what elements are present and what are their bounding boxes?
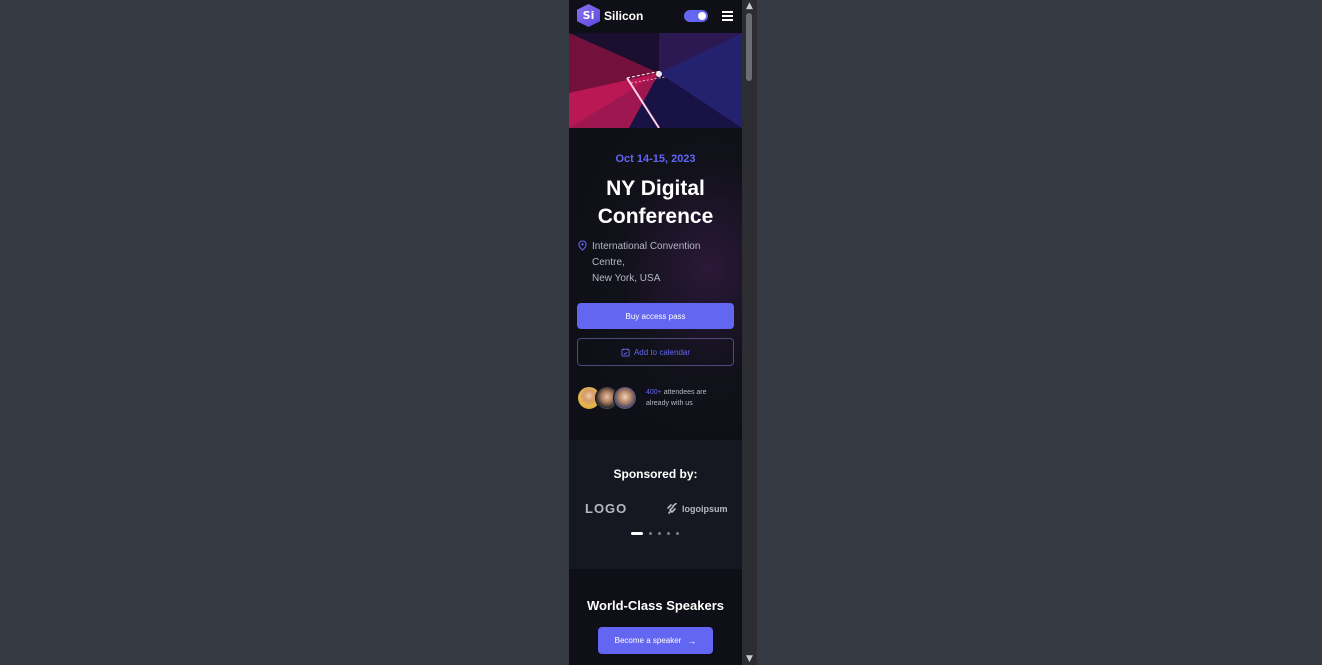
attendees-text: 400+ attendees are already with us bbox=[646, 387, 726, 409]
logo-icon: Si bbox=[577, 4, 600, 27]
pagination-dot[interactable] bbox=[667, 532, 670, 535]
sponsors-section: Sponsored by: LOGO logoipsum bbox=[569, 440, 742, 569]
sponsor-logo-text: logoipsum bbox=[682, 504, 728, 514]
become-speaker-label: Become a speaker bbox=[614, 636, 682, 645]
become-speaker-button[interactable]: Become a speaker → bbox=[598, 627, 713, 654]
location-line2: Centre, bbox=[592, 257, 625, 268]
scrollbar[interactable]: ▲ ▼ bbox=[742, 0, 757, 665]
avatar bbox=[613, 386, 637, 410]
hero-section: Oct 14-15, 2023 NY Digital Conference In… bbox=[569, 128, 742, 440]
sponsors-title: Sponsored by: bbox=[613, 467, 698, 481]
hero-image bbox=[569, 33, 742, 128]
event-title-line1: NY Digital bbox=[606, 177, 705, 200]
toggle-knob bbox=[698, 12, 706, 20]
attendees-count: 400+ bbox=[646, 389, 662, 396]
location-line3: New York, USA bbox=[592, 273, 661, 284]
pagination-dot[interactable] bbox=[649, 532, 652, 535]
speakers-title: World-Class Speakers bbox=[586, 598, 725, 613]
buy-access-button[interactable]: Buy access pass bbox=[577, 303, 734, 329]
add-to-calendar-label: Add to calendar bbox=[633, 347, 691, 357]
attendees-label-1: attendees are bbox=[661, 389, 707, 396]
location-text: International Convention Centre, New Yor… bbox=[592, 239, 700, 287]
attendees-label-2: already with us bbox=[646, 400, 693, 407]
event-title-line2: Conference bbox=[597, 205, 714, 228]
event-date: Oct 14-15, 2023 bbox=[615, 153, 696, 165]
speakers-section: World-Class Speakers Become a speaker → bbox=[569, 569, 742, 665]
event-title: NY Digital Conference bbox=[569, 175, 742, 231]
brand-logo[interactable]: Si Silicon bbox=[577, 4, 643, 27]
pagination-dot[interactable] bbox=[676, 532, 679, 535]
attendees-block: 400+ attendees are already with us bbox=[577, 386, 726, 410]
add-to-calendar-button[interactable]: Add to calendar bbox=[577, 338, 734, 366]
sponsor-logo[interactable]: logoipsum bbox=[666, 503, 728, 515]
menu-icon[interactable] bbox=[722, 11, 733, 21]
navbar: Si Silicon bbox=[569, 0, 742, 33]
theme-toggle[interactable] bbox=[684, 10, 708, 22]
pagination-dot[interactable] bbox=[658, 532, 661, 535]
event-location: International Convention Centre, New Yor… bbox=[578, 239, 738, 287]
scrollbar-thumb[interactable] bbox=[746, 13, 752, 81]
mobile-viewport: Si Silicon Oct 14-15, 2023 NY Digital Co… bbox=[569, 0, 742, 665]
carousel-pagination bbox=[631, 532, 685, 535]
sponsor-logo[interactable]: LOGO bbox=[585, 501, 627, 516]
map-pin-icon bbox=[578, 240, 587, 251]
location-line1: International Convention bbox=[592, 241, 701, 252]
calendar-check-icon bbox=[621, 347, 630, 357]
arrow-right-icon: → bbox=[687, 635, 697, 646]
logoipsum-mark-icon bbox=[667, 503, 677, 514]
scroll-up-icon[interactable]: ▲ bbox=[742, 0, 757, 12]
brand-name: Silicon bbox=[604, 8, 644, 23]
scroll-down-icon[interactable]: ▼ bbox=[742, 653, 757, 665]
pagination-dot-active[interactable] bbox=[631, 532, 643, 535]
